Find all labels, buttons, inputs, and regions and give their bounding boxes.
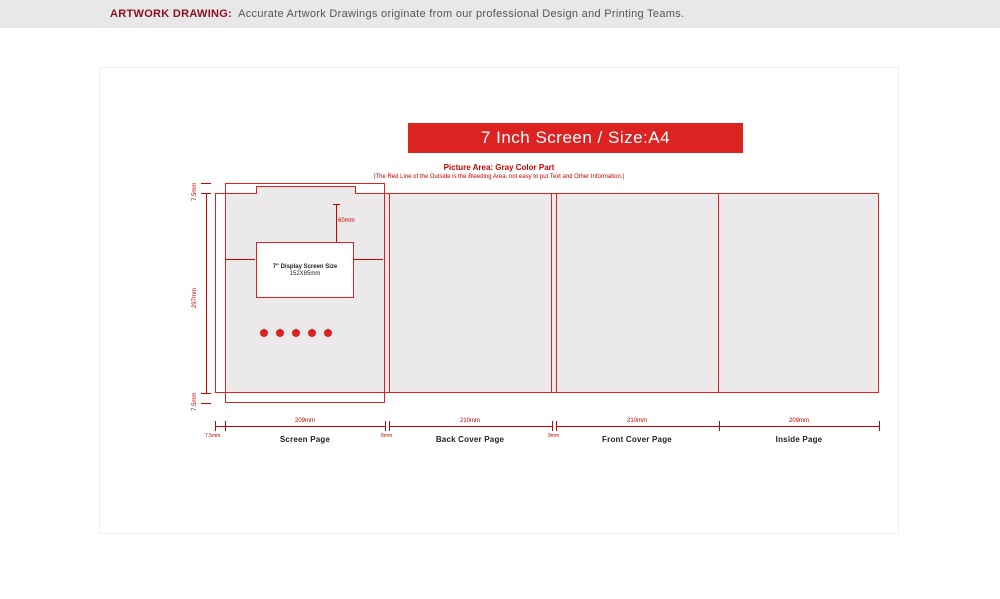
hdim-p3-label: 210mm	[627, 418, 647, 424]
banner-description: Accurate Artwork Drawings originate from…	[238, 8, 684, 20]
vdim-tick	[201, 393, 211, 394]
note-line-2: (The Red Line of the Outside is the Blee…	[100, 174, 898, 180]
panel-screen-page: 60mm 28.5mm 28.5mm 7" Display Screen Siz…	[225, 193, 385, 393]
vdim-tick	[201, 183, 211, 184]
hdim-p4-label: 209mm	[789, 418, 809, 424]
page-name-front: Front Cover Page	[602, 435, 672, 444]
drawing-sheet: 7 Inch Screen / Size:A4 Picture Area: Gr…	[100, 68, 898, 533]
vdim-height: 297mm	[192, 288, 198, 308]
title-bar: 7 Inch Screen / Size:A4	[408, 123, 743, 153]
control-button-row	[260, 329, 332, 337]
panel-back-cover	[389, 193, 552, 393]
page-name-back: Back Cover Page	[436, 435, 504, 444]
screen-cutout: 7" Display Screen Size 152X85mm	[256, 242, 354, 298]
hdim-tick	[385, 421, 386, 431]
hdim-seg-p1	[225, 426, 385, 427]
note-line-1: Picture Area: Gray Color Part	[100, 163, 898, 172]
hdim-tick	[552, 421, 553, 431]
vol-up-icon	[324, 329, 332, 337]
screen-size-value: 152X85mm	[290, 271, 321, 277]
hdim-seg-bleed	[215, 426, 225, 427]
hdim-p1-label: 209mm	[295, 418, 315, 424]
dim-60-tick	[333, 204, 340, 205]
hdim-seg-p3	[556, 426, 719, 427]
panel-row: 60mm 28.5mm 28.5mm 7" Display Screen Siz…	[225, 193, 879, 393]
banner-label: ARTWORK DRAWING:	[110, 8, 232, 20]
top-flap-outline	[256, 186, 356, 194]
vol-down-icon	[308, 329, 316, 337]
dieline-diagram: 7.5mm 297mm 7.5mm 60mm 28.5mm 28.5mm 7" …	[190, 183, 890, 413]
notes-block: Picture Area: Gray Color Part (The Red L…	[100, 163, 898, 180]
hdim-tick	[879, 421, 880, 431]
next-icon	[292, 329, 300, 337]
vdim-bleed-top: 7.5mm	[192, 183, 198, 201]
horizontal-dimension-group: 209mm 210mm 210mm 209mm 7.5mm 8mm 9mm Sc…	[225, 421, 885, 451]
vdim-tick	[201, 403, 211, 404]
dim-285-right-line	[353, 259, 383, 260]
vdim-tick	[201, 193, 211, 194]
bleed-left-flap	[215, 193, 225, 393]
hdim-seg-p2	[389, 426, 552, 427]
page-name-inside: Inside Page	[776, 435, 823, 444]
header-banner: ARTWORK DRAWING: Accurate Artwork Drawin…	[0, 0, 1000, 28]
hdim-gap2-label: 9mm	[548, 433, 559, 439]
play-icon	[276, 329, 284, 337]
screen-size-title: 7" Display Screen Size	[273, 264, 338, 270]
hdim-p2-label: 210mm	[460, 418, 480, 424]
dim-285-left-line	[225, 259, 255, 260]
prev-icon	[260, 329, 268, 337]
dim-60mm-label: 60mm	[338, 218, 355, 224]
vdim-main-line	[206, 193, 207, 393]
hdim-seg-p4	[719, 426, 879, 427]
vdim-bleed-bottom: 7.5mm	[192, 393, 198, 411]
page-name-screen: Screen Page	[280, 435, 330, 444]
hdim-bleed-left-label: 7.5mm	[205, 433, 220, 439]
bleed-bottom-flap	[225, 393, 385, 403]
dim-60-line	[336, 204, 337, 242]
hdim-gap1-label: 8mm	[381, 433, 392, 439]
panel-inside-page	[719, 193, 879, 393]
panel-front-cover	[556, 193, 719, 393]
